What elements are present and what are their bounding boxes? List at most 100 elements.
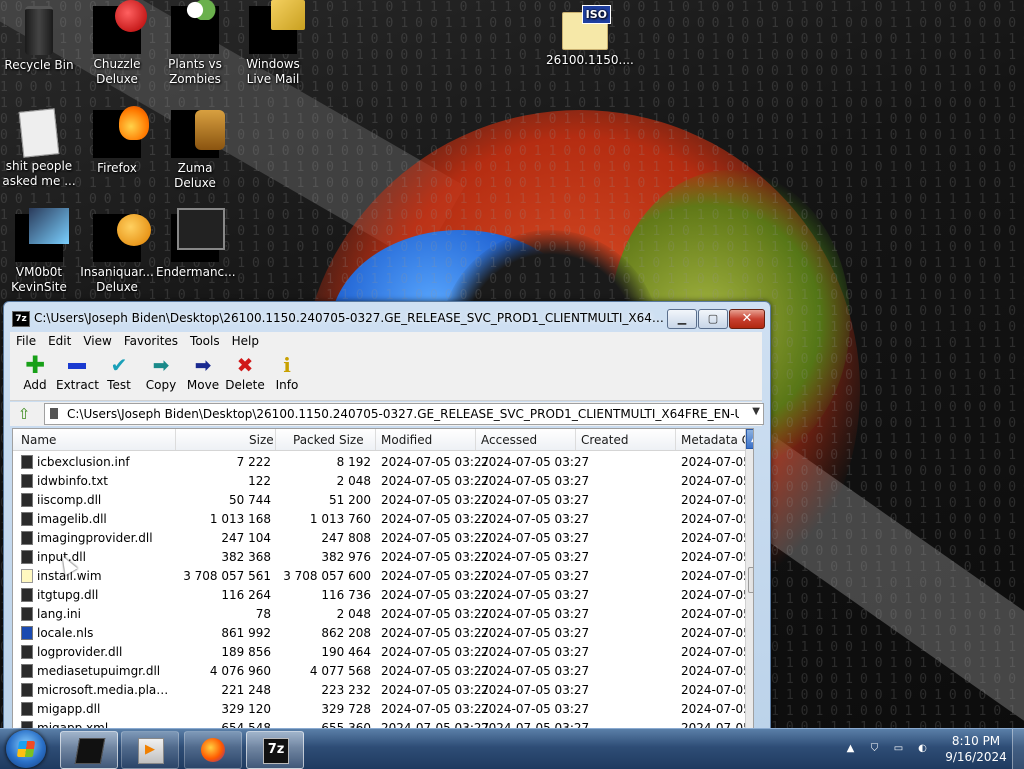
file-row[interactable]: mediasetupuimgr.dll 4 076 960 4 077 568 202… — [13, 661, 747, 680]
minimize-button[interactable]: ▁ — [667, 309, 697, 329]
sevenzip-app-icon[interactable]: 7z — [12, 311, 30, 327]
file-row[interactable]: iiscomp.dll 50 744 51 200 2024-07-05 03:27 2… — [13, 490, 747, 509]
chevron-down-icon[interactable]: ▼ — [752, 406, 760, 417]
file-row[interactable]: input.dll 382 368 382 976 2024-07-05 03:27 2… — [13, 547, 747, 566]
file-row[interactable]: locale.nls 861 992 862 208 2024-07-05 03:27… — [13, 623, 747, 642]
column-header-size[interactable]: Size — [249, 433, 274, 447]
copy-icon: ➡ — [152, 353, 170, 377]
file-name: logprovider.dll — [37, 645, 123, 659]
clock-date: 9/16/2024 — [945, 750, 1007, 764]
desktop-icon-zuma[interactable]: Zuma Deluxe — [156, 104, 234, 191]
test-icon: ✔ — [110, 353, 128, 377]
file-metadata-changed: 2024-07-05 0 — [681, 626, 747, 640]
scroll-up-button[interactable]: ▲ — [746, 429, 753, 449]
desktop-icon-plants-vs-zombies[interactable]: Plants vs Zombies — [156, 0, 234, 87]
move-button[interactable]: ➡ Move — [182, 354, 224, 392]
show-hidden-icons-button[interactable]: ▲ — [844, 742, 857, 755]
desktop-icon-recycle-bin[interactable]: Recycle Bin — [0, 0, 78, 73]
file-row[interactable]: logprovider.dll 189 856 190 464 2024-07-05 … — [13, 642, 747, 661]
file-accessed: 2024-07-05 03:27 — [481, 683, 590, 697]
scrollbar-thumb[interactable] — [748, 567, 753, 593]
volume-icon[interactable]: ◐ — [916, 742, 929, 755]
desktop-icon-endermanch[interactable]: Endermanc... — [156, 208, 236, 280]
taskbar-firefox[interactable] — [184, 731, 242, 769]
copy-button[interactable]: ➡ Copy — [140, 354, 182, 392]
up-folder-button[interactable]: ⇧ — [14, 405, 34, 423]
info-button[interactable]: i Info — [266, 354, 308, 392]
add-button[interactable]: ✚ Add — [14, 353, 56, 392]
test-button[interactable]: ✔ Test — [98, 354, 140, 392]
menu-edit[interactable]: Edit — [42, 332, 77, 350]
path-combobox[interactable]: C:\Users\Joseph Biden\Desktop\26100.1150… — [44, 403, 764, 425]
desktop-icon-document[interactable]: shit people asked me ... — [0, 104, 78, 189]
file-packed-size: 4 077 568 — [309, 664, 371, 678]
toolbar-label: Extract — [56, 378, 99, 392]
menu-tools[interactable]: Tools — [184, 332, 226, 350]
taskbar-app-1[interactable] — [60, 731, 118, 769]
file-packed-size: 51 200 — [329, 493, 371, 507]
file-row[interactable]: itgtupg.dll 116 264 116 736 2024-07-05 03:2… — [13, 585, 747, 604]
file-name: lang.ini — [37, 607, 81, 621]
column-header-packed-size[interactable]: Packed Size — [293, 433, 364, 447]
vertical-scrollbar[interactable]: ▲ — [745, 429, 753, 733]
desktop-icon-vm[interactable]: VM0b0t KevinSite — [0, 208, 78, 295]
menu-favorites[interactable]: Favorites — [118, 332, 184, 350]
desktop-icon-insaniquarium[interactable]: Insaniquar... Deluxe — [78, 208, 156, 295]
file-row[interactable]: migapp.dll 329 120 329 728 2024-07-05 03:27… — [13, 699, 747, 718]
app-icon — [74, 738, 106, 764]
file-name: migapp.dll — [37, 702, 101, 716]
system-tray: ▲ ⛉ ▭ ◐ 8:10 PM 9/16/2024 — [840, 729, 1024, 769]
file-icon — [21, 455, 33, 469]
start-button[interactable] — [6, 730, 46, 768]
iso-badge: ISO — [581, 5, 611, 24]
column-header-metadata-changed[interactable]: Metadata Ch — [681, 433, 745, 447]
desktop-icon-windows-live-mail[interactable]: Windows Live Mail — [234, 0, 312, 87]
column-header-accessed[interactable]: Accessed — [481, 433, 537, 447]
file-accessed: 2024-07-05 03:27 — [481, 474, 590, 488]
file-row[interactable]: install.wim 3 708 057 561 3 708 057 600 202… — [13, 566, 747, 585]
toolbar-label: Test — [107, 378, 131, 392]
menu-file[interactable]: File — [10, 332, 42, 350]
file-accessed: 2024-07-05 03:27 — [481, 607, 590, 621]
desktop-icon-chuzzle[interactable]: Chuzzle Deluxe — [78, 0, 156, 87]
extract-button[interactable]: Extract — [56, 354, 99, 392]
minimize-icon: ▁ — [677, 312, 687, 325]
maximize-button[interactable]: ▢ — [698, 309, 728, 329]
path-input[interactable]: C:\Users\Joseph Biden\Desktop\26100.1150… — [67, 407, 739, 421]
file-packed-size: 223 232 — [321, 683, 371, 697]
desktop-icon-firefox[interactable]: Firefox — [78, 104, 156, 176]
file-metadata-changed: 2024-07-05 0 — [681, 474, 747, 488]
file-name: imagelib.dll — [37, 512, 107, 526]
file-accessed: 2024-07-05 03:27 — [481, 569, 590, 583]
file-row[interactable]: imagelib.dll 1 013 168 1 013 760 2024-07-05… — [13, 509, 747, 528]
clock[interactable]: 8:10 PM 9/16/2024 — [940, 733, 1012, 765]
file-size: 382 368 — [221, 550, 271, 564]
file-name: microsoft.media.playre... — [37, 683, 175, 697]
column-header-created[interactable]: Created — [581, 433, 629, 447]
toolbar: ✚ Add Extract ✔ Test ➡ Copy ➡ Move ✖ Del… — [10, 350, 762, 401]
taskbar-7zip[interactable]: 7z — [246, 731, 304, 769]
file-metadata-changed: 2024-07-05 0 — [681, 645, 747, 659]
menu-help[interactable]: Help — [226, 332, 265, 350]
file-metadata-changed: 2024-07-05 0 — [681, 702, 747, 716]
show-desktop-button[interactable] — [1012, 729, 1024, 769]
file-row[interactable]: icbexclusion.inf 7 222 8 192 2024-07-05 03:… — [13, 452, 747, 471]
column-header-modified[interactable]: Modified — [381, 433, 432, 447]
taskbar-media-player[interactable] — [121, 731, 179, 769]
desktop-icon-iso-file[interactable]: ISO 26100.1150.... — [546, 0, 634, 68]
delete-button[interactable]: ✖ Delete — [224, 354, 266, 392]
window-titlebar[interactable]: 7z C:\Users\Joseph Biden\Desktop\26100.1… — [4, 302, 770, 334]
file-name: locale.nls — [37, 626, 94, 640]
network-icon[interactable]: ▭ — [892, 742, 905, 755]
file-size: 7 222 — [236, 455, 271, 469]
file-row[interactable]: idwbinfo.txt 122 2 048 2024-07-05 03:27 2024… — [13, 471, 747, 490]
file-size: 122 — [248, 474, 271, 488]
zuma-icon — [171, 110, 225, 158]
file-row[interactable]: microsoft.media.playre... 221 248 223 232 2… — [13, 680, 747, 699]
close-button[interactable]: ✕ — [729, 309, 765, 329]
column-header-name[interactable]: Name — [21, 433, 56, 447]
security-shield-icon[interactable]: ⛉ — [868, 742, 881, 755]
file-row[interactable]: imagingprovider.dll 247 104 247 808 2024-07… — [13, 528, 747, 547]
file-row[interactable]: lang.ini 78 2 048 2024-07-05 03:27 2024-07-0… — [13, 604, 747, 623]
menu-view[interactable]: View — [77, 332, 117, 350]
